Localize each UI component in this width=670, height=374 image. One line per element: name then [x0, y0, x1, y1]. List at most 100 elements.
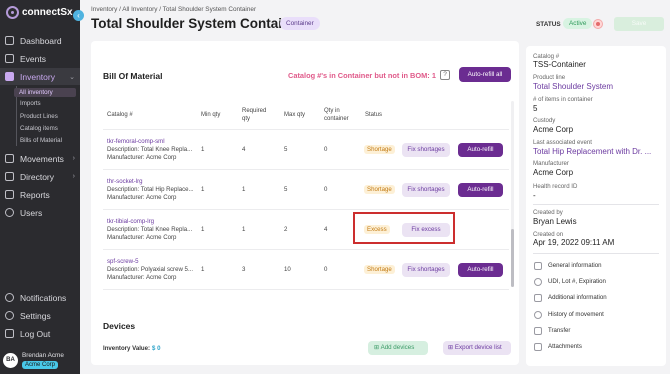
document-icon — [534, 293, 542, 302]
field-value-last-event[interactable]: Total Hip Replacement with Dr. ... — [533, 147, 663, 156]
chevron-right-icon: › — [72, 155, 75, 162]
row-divider — [103, 209, 509, 210]
action-general-information[interactable]: General information — [534, 260, 658, 271]
row-divider — [103, 169, 509, 170]
field-value-product-line[interactable]: Total Shoulder System — [533, 82, 663, 91]
action-label: General information — [548, 262, 602, 269]
export-icon: ⊞ — [448, 344, 454, 351]
sidebar-item-reports[interactable]: Reports — [0, 186, 80, 203]
panel-divider — [533, 253, 659, 254]
save-button[interactable]: Save — [614, 17, 664, 31]
cell-qty-in-container: 4 — [324, 226, 328, 233]
user-name: Brendan Acme — [22, 352, 64, 359]
column-header-status: Status — [365, 112, 383, 118]
fix-shortages-button[interactable]: Fix shortages — [402, 183, 450, 197]
action-transfer[interactable]: Transfer — [534, 325, 658, 336]
user-org-badge: Acme Corp — [22, 361, 59, 369]
help-icon[interactable]: ? — [440, 70, 450, 80]
row-manufacturer: Manufacturer: Acme Corp — [107, 194, 177, 201]
sidebar-item-inventory[interactable]: Inventory ⌄ — [0, 68, 80, 85]
field-label: Product line — [533, 74, 566, 81]
logo-icon — [6, 6, 19, 19]
export-device-list-button[interactable]: ⊞ Export device list — [443, 341, 511, 355]
sidebar: connectSx Dashboard Events Inventory ⌄ A… — [0, 0, 80, 374]
action-udi-lot-expiration[interactable]: UDI, Lot #, Expiration — [534, 276, 658, 287]
catalog-link[interactable]: thr-socket-lrg — [107, 178, 143, 186]
sidebar-subitem-bills-of-material[interactable]: Bills of Material — [20, 137, 62, 144]
chevron-down-icon: ⌄ — [69, 73, 75, 81]
column-header-max-qty: Max qty — [284, 112, 306, 118]
catalog-link[interactable]: tkr-tibial-comp-lrg — [107, 218, 154, 226]
main-card: Bill Of Material Catalog #'s in Containe… — [91, 41, 519, 365]
sidebar-subitem-product-lines[interactable]: Product Lines — [20, 113, 58, 120]
field-label: Custody — [533, 117, 556, 124]
sidebar-item-label: Directory — [20, 171, 55, 182]
row-description: Description: Polyaxial screw 5... — [107, 266, 194, 273]
cell-max-qty: 2 — [284, 226, 288, 233]
action-attachments[interactable]: Attachments — [534, 341, 658, 352]
sidebar-item-label: Users — [20, 207, 43, 218]
sidebar-subitem-all-inventory[interactable]: All inventory — [14, 88, 76, 97]
inventory-icon — [5, 72, 14, 81]
add-devices-button[interactable]: ⊞ Add devices — [368, 341, 428, 355]
action-additional-information[interactable]: Additional information — [534, 292, 658, 303]
sidebar-subitem-catalog-items[interactable]: Catalog items — [20, 125, 58, 132]
sidebar-item-label: Reports — [20, 189, 50, 200]
auto-refill-all-button[interactable]: Auto-refill all — [459, 67, 511, 82]
action-history-of-movement[interactable]: History of movement — [534, 309, 658, 320]
fix-shortages-button[interactable]: Fix shortages — [402, 143, 450, 157]
action-label: UDI, Lot #, Expiration — [548, 278, 606, 285]
breadcrumb-item[interactable]: Inventory — [91, 6, 117, 13]
status-badge[interactable]: Active — [563, 18, 593, 29]
created-by-value: Bryan Lewis — [533, 217, 577, 226]
cell-qty-in-container: 0 — [324, 186, 328, 193]
field-value-catalog: TSS-Container — [533, 60, 586, 69]
created-on-value: Apr 19, 2022 09:11 AM — [533, 238, 615, 247]
created-by-label: Created by — [533, 209, 563, 216]
sidebar-item-dashboard[interactable]: Dashboard — [0, 32, 80, 49]
sidebar-item-directory[interactable]: Directory › — [0, 168, 80, 185]
auto-refill-button[interactable]: Auto-refill — [458, 143, 503, 157]
cell-min-qty: 1 — [201, 146, 205, 153]
action-label: Additional information — [548, 294, 607, 301]
sidebar-item-users[interactable]: Users — [0, 204, 80, 221]
sidebar-item-label: Movements — [20, 153, 64, 164]
collapse-sidebar-button[interactable]: ‹ — [73, 10, 84, 21]
cell-min-qty: 1 — [201, 186, 205, 193]
column-header-min-qty: Min qty — [201, 112, 221, 118]
avatar: BA — [3, 353, 18, 368]
catalog-link[interactable]: tkr-femoral-comp-sml — [107, 138, 165, 146]
row-description: Description: Total Hip Replace... — [107, 186, 194, 193]
status-toggle-icon[interactable] — [593, 19, 603, 29]
field-label: Health record ID — [533, 183, 578, 190]
cell-max-qty: 5 — [284, 186, 288, 193]
sidebar-item-events[interactable]: Events — [0, 50, 80, 67]
sidebar-item-notifications[interactable]: Notifications — [0, 289, 80, 306]
sidebar-item-label: Inventory — [20, 71, 55, 82]
highlight-annotation — [353, 212, 455, 244]
fix-shortages-button[interactable]: Fix shortages — [402, 263, 450, 277]
sidebar-item-label: Events — [20, 53, 46, 64]
sidebar-item-logout[interactable]: Log Out — [0, 325, 80, 342]
movements-icon — [5, 154, 14, 163]
sidebar-item-label: Settings — [20, 310, 51, 321]
sidebar-subitem-imports[interactable]: Imports — [20, 100, 41, 107]
user-profile[interactable]: BA Brendan Acme Acme Corp — [0, 346, 80, 374]
auto-refill-button[interactable]: Auto-refill — [458, 183, 503, 197]
scrollbar-thumb[interactable] — [511, 229, 514, 287]
cell-qty-in-container: 0 — [324, 266, 328, 273]
row-divider — [103, 289, 509, 290]
sidebar-item-settings[interactable]: Settings — [0, 307, 80, 324]
field-value-item-count: 5 — [533, 104, 538, 113]
action-label: Transfer — [548, 327, 571, 334]
directory-icon — [5, 172, 14, 181]
logo[interactable]: connectSx — [6, 6, 73, 19]
breadcrumb-item[interactable]: All Inventory — [122, 6, 157, 13]
catalog-link[interactable]: spf-screw-5 — [107, 258, 139, 266]
auto-refill-button[interactable]: Auto-refill — [458, 263, 503, 277]
sidebar-item-movements[interactable]: Movements › — [0, 150, 80, 167]
plus-icon: ⊞ — [374, 344, 380, 351]
row-manufacturer: Manufacturer: Acme Corp — [107, 274, 177, 281]
devices-title: Devices — [103, 321, 136, 331]
history-icon — [534, 310, 542, 319]
